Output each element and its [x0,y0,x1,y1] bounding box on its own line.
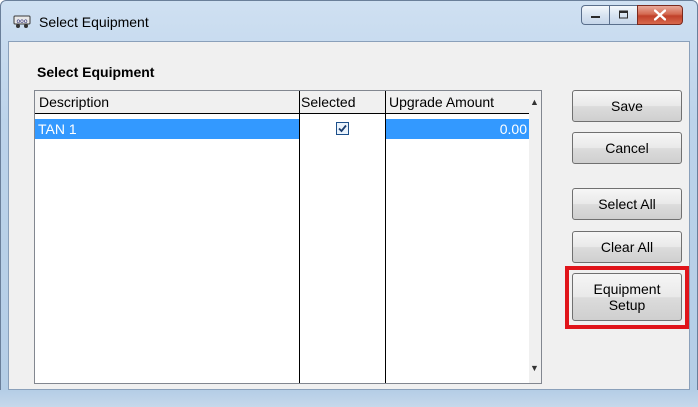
maximize-icon [618,10,628,19]
minimize-button[interactable] [581,5,609,25]
scroll-up-arrow-icon[interactable]: ▲ [530,97,539,107]
window-title: Select Equipment [39,14,149,30]
group-label: Select Equipment [37,64,155,80]
window-bottom-border [0,390,698,407]
equipment-app-icon: ooo [13,13,31,29]
close-icon [654,9,666,21]
cancel-button[interactable]: Cancel [572,132,682,164]
select-all-button[interactable]: Select All [572,188,682,220]
caption-buttons [581,5,683,27]
checkmark-icon [338,124,347,133]
scroll-down-arrow-icon[interactable]: ▼ [530,363,539,373]
maximize-button[interactable] [609,5,637,25]
column-header-upgrade-amount[interactable]: Upgrade Amount [387,91,530,113]
clear-all-button[interactable]: Clear All [572,231,682,263]
equipment-grid[interactable]: Description Selected Upgrade Amount TAN … [34,90,542,384]
save-button[interactable]: Save [572,90,682,122]
minimize-icon [590,16,600,18]
svg-text:ooo: ooo [16,18,27,25]
highlight-box [565,266,689,329]
vertical-scrollbar[interactable]: ▲ ▼ [529,91,541,383]
cell-selected[interactable] [300,119,385,139]
table-row[interactable]: TAN 1 0.00 [35,119,530,139]
selected-checkbox[interactable] [336,122,349,135]
close-button[interactable] [637,5,683,25]
cell-description[interactable]: TAN 1 [35,119,299,139]
title-bar[interactable]: ooo Select Equipment [1,1,697,41]
column-header-selected[interactable]: Selected [299,91,387,113]
grid-header: Description Selected Upgrade Amount [35,91,531,114]
column-header-description[interactable]: Description [37,91,299,113]
cell-upgrade-amount[interactable]: 0.00 [386,119,530,139]
